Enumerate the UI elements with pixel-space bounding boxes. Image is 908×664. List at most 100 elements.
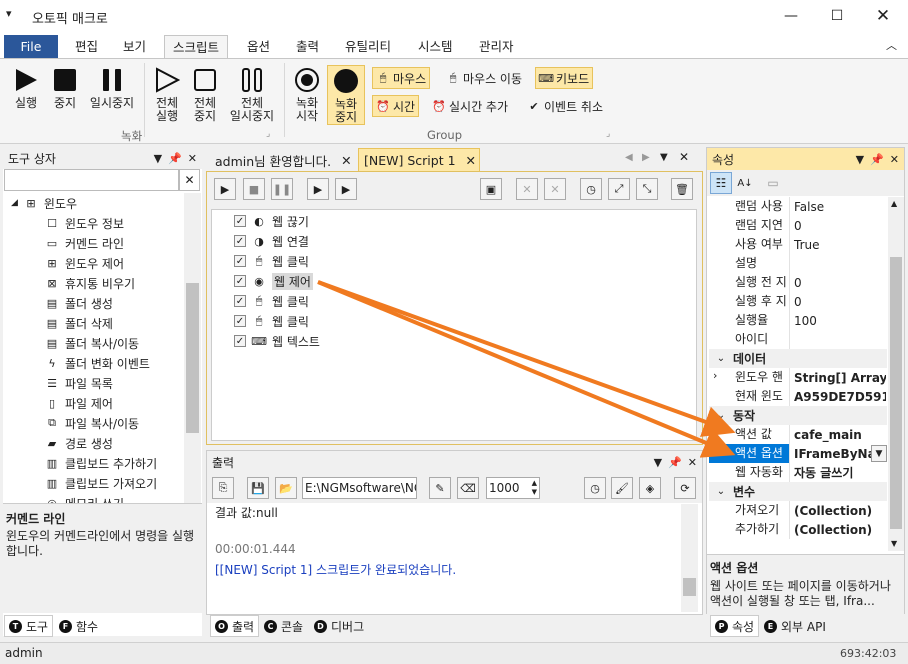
property-row[interactable]: 현재 윈도A959DE7D591C5	[709, 387, 887, 406]
image-button[interactable]: ▣	[480, 178, 502, 200]
checkbox[interactable]: ✓	[234, 275, 246, 287]
toolbox-item[interactable]: ▰ 경로 생성	[45, 433, 113, 453]
script-item[interactable]: ✓ ◑ 웹 연결	[234, 231, 309, 251]
mouse-toggle[interactable]: 🖱 마우스	[372, 67, 431, 89]
checkbox[interactable]: ✓	[234, 235, 246, 247]
tab-file[interactable]: File	[4, 35, 58, 58]
tab-output-panel[interactable]: O 출력	[210, 615, 260, 637]
property-row[interactable]: 가져오기 (Collection)	[709, 501, 887, 520]
delete-button[interactable]: 🗑	[671, 178, 693, 200]
refresh-button[interactable]: ⟳	[674, 477, 696, 499]
property-row[interactable]: 웹 자동화 자동 글쓰기	[709, 463, 887, 482]
collapse-icon[interactable]: ⌄	[709, 353, 733, 364]
script-item[interactable]: ✓ 🖱 웹 클릭	[234, 311, 309, 331]
record-stop-button[interactable]: 녹화 중지	[327, 65, 365, 125]
tree-root-window[interactable]: ◢ ⊞ 윈도우	[11, 193, 77, 213]
tab-output[interactable]: 출력	[288, 35, 327, 58]
event-cancel-toggle[interactable]: ✔ 이벤트 취소	[524, 95, 606, 117]
clear-search-button[interactable]: ✕	[179, 169, 200, 191]
open-folder-button[interactable]: 📂	[275, 477, 297, 499]
step-button[interactable]: ▶	[307, 178, 329, 200]
dropdown-icon[interactable]: ▼	[856, 153, 864, 166]
property-row[interactable]: 랜덤 사용 False	[709, 197, 887, 216]
tab-welcome[interactable]: admin님 환영합니다. ✕	[209, 149, 359, 171]
maximize-button[interactable]: ☐	[814, 0, 860, 32]
toolbox-item[interactable]: ▥ 클립보드 추가하기	[45, 453, 157, 473]
fill-button[interactable]: ◈	[639, 477, 661, 499]
keyboard-toggle[interactable]: ⌨ 키보드	[535, 67, 594, 89]
property-row[interactable]: 설명	[709, 254, 887, 273]
pin-icon[interactable]: 📌	[870, 153, 884, 166]
toolbox-item[interactable]: ☰ 파일 목록	[45, 373, 113, 393]
run-to-button[interactable]: ▶	[335, 178, 357, 200]
property-row[interactable]: 실행 후 지0	[709, 292, 887, 311]
expand-button[interactable]: ⤢	[608, 178, 630, 200]
property-category[interactable]: ⌄ 데이터	[709, 349, 887, 368]
tab-view[interactable]: 보기	[115, 35, 154, 58]
line-count-stepper[interactable]: 1000 ▲ ▼	[486, 477, 540, 499]
checkbox[interactable]: ✓	[234, 255, 246, 267]
scrollbar-thumb[interactable]	[683, 578, 696, 596]
toolbox-item[interactable]: ϟ 폴더 변화 이벤트	[45, 353, 150, 373]
stop-all-button[interactable]: 전체 중지	[187, 65, 223, 123]
collapse-icon[interactable]: ⌄	[709, 410, 733, 421]
pin-icon[interactable]: 📌	[168, 152, 182, 165]
close-icon[interactable]: ✕	[188, 152, 197, 165]
timer-button[interactable]: ◷	[584, 477, 606, 499]
tab-edit[interactable]: 편집	[67, 35, 106, 58]
script-item[interactable]: ✓ ◉ 웹 제어	[234, 271, 313, 291]
property-row[interactable]: 실행 전 지0	[709, 273, 887, 292]
tab-console[interactable]: C 콘솔	[260, 615, 307, 637]
properties-scrollbar[interactable]: ▲ ▼	[888, 197, 904, 551]
run-script-button[interactable]: ▶	[214, 178, 236, 200]
close-tab-icon[interactable]: ✕	[466, 153, 476, 168]
property-pages-button[interactable]: ▭	[762, 172, 784, 194]
toolbox-item[interactable]: ▯ 파일 제어	[45, 393, 113, 413]
toolbox-item[interactable]: ▤ 폴더 생성	[45, 293, 113, 313]
toolbox-item[interactable]: ⊠ 휴지통 비우기	[45, 273, 135, 293]
toolbox-item[interactable]: ⊞ 윈도우 제어	[45, 253, 124, 273]
stop-button[interactable]: 중지	[48, 65, 82, 110]
checkbox[interactable]: ✓	[234, 295, 246, 307]
output-scrollbar[interactable]	[681, 504, 698, 612]
property-row[interactable]: 추가하기 (Collection)	[709, 520, 887, 539]
checkbox[interactable]: ✓	[234, 315, 246, 327]
scrollbar-thumb[interactable]	[186, 283, 199, 433]
toolbox-item[interactable]: ⧉ 파일 복사/이동	[45, 413, 139, 433]
toolbox-item[interactable]: ▥ 클립보드 가져오기	[45, 473, 157, 493]
stepper-arrows-icon[interactable]: ▲ ▼	[532, 479, 537, 497]
stop-script-button[interactable]: ■	[243, 178, 265, 200]
script-item[interactable]: ✓ ◐ 웹 끊기	[234, 211, 309, 231]
tab-utility[interactable]: 유틸리티	[337, 35, 399, 58]
property-row[interactable]: 실행율 100	[709, 311, 887, 330]
pin-icon[interactable]: 📌	[668, 456, 682, 469]
dialog-launcher-icon[interactable]: ⌟	[266, 129, 270, 139]
collapse-ribbon-icon[interactable]: ︿	[886, 37, 897, 53]
property-category[interactable]: ⌄ 동작	[709, 406, 887, 425]
toolbox-search-input[interactable]	[4, 169, 179, 191]
mouse-move-toggle[interactable]: 🖱 마우스 이동	[443, 67, 525, 89]
toolbox-item[interactable]: ▭ 커멘드 라인	[45, 233, 124, 253]
property-category[interactable]: ⌄ 변수	[709, 482, 887, 501]
tab-script-1[interactable]: [NEW] Script 1 ✕	[358, 148, 480, 172]
save-output-button[interactable]: 💾	[247, 477, 269, 499]
dialog-launcher-icon[interactable]: ⌟	[606, 129, 610, 139]
clean-button[interactable]: ✎	[429, 477, 451, 499]
pause-script-button[interactable]: ❚❚	[271, 178, 293, 200]
toolbox-item[interactable]: ▤ 폴더 삭제	[45, 313, 113, 333]
scroll-up-icon[interactable]: ▲	[891, 199, 897, 208]
run-button[interactable]: 실행	[8, 65, 44, 110]
pause-all-button[interactable]: 전체 일시중지	[226, 65, 278, 123]
remove-button[interactable]: ✕	[544, 178, 566, 200]
collapse-icon[interactable]: ⌄	[709, 486, 733, 497]
close-document-icon[interactable]: ✕	[679, 150, 689, 164]
clear-button[interactable]: ⌫	[457, 477, 479, 499]
collapse-button[interactable]: ⤡	[636, 178, 658, 200]
property-row[interactable]: › 윈도우 핸 String[] Array	[709, 368, 887, 387]
tab-options[interactable]: 옵션	[239, 35, 278, 58]
run-all-button[interactable]: 전체 실행	[149, 65, 185, 123]
disable-button[interactable]: ✕	[516, 178, 538, 200]
close-tab-icon[interactable]: ✕	[341, 153, 351, 168]
tab-list-icon[interactable]: ▼	[660, 152, 668, 163]
categorized-button[interactable]: ☷	[710, 172, 732, 194]
